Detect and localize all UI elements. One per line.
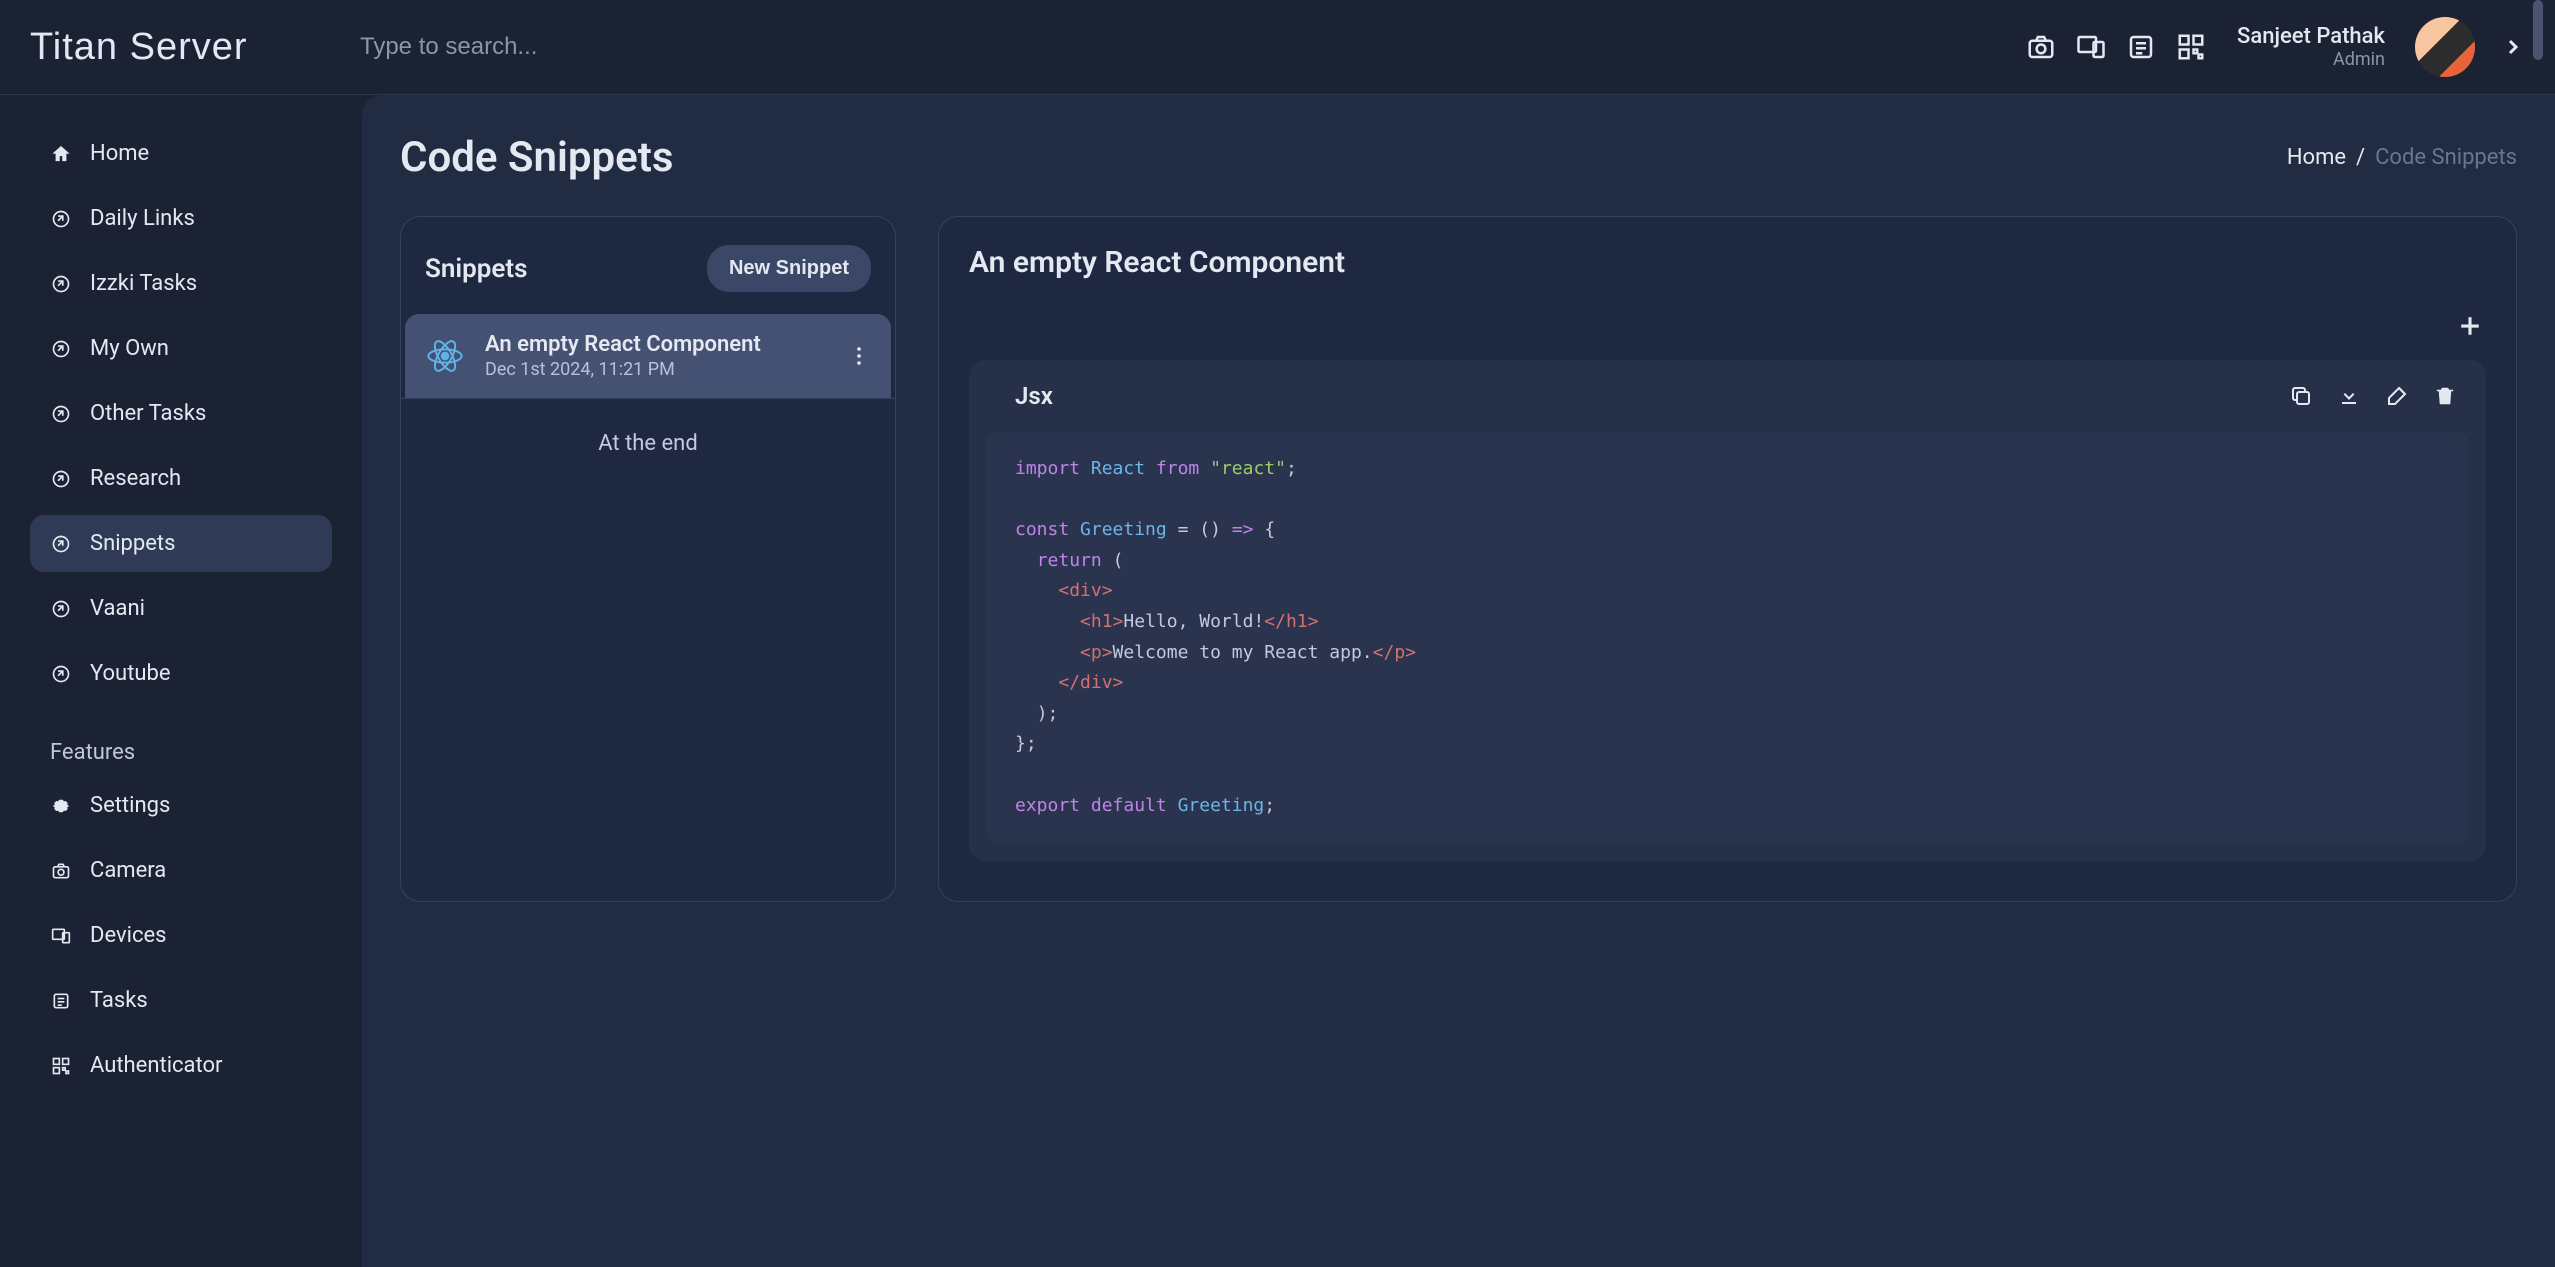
breadcrumb: Home / Code Snippets (2287, 145, 2517, 170)
sidebar: Home Daily Links Izzki Tasks My Own Other Ta… (0, 95, 362, 1267)
breadcrumb-home[interactable]: Home (2287, 145, 2346, 170)
sidebar-item-daily-links[interactable]: Daily Links (30, 190, 332, 247)
sidebar-feature-devices[interactable]: Devices (30, 907, 332, 964)
user-block: Sanjeet Pathak Admin (2237, 24, 2385, 70)
devices-icon[interactable] (2075, 31, 2107, 63)
camera-icon (50, 860, 72, 882)
external-icon (50, 598, 72, 620)
user-role: Admin (2333, 49, 2385, 70)
snippets-list-panel: Snippets New Snippet An empty React Comp… (400, 216, 896, 902)
list-icon (50, 990, 72, 1012)
breadcrumb-current: Code Snippets (2375, 145, 2517, 170)
sidebar-item-label: Camera (90, 858, 166, 883)
sidebar-item-label: Vaani (90, 596, 145, 621)
topbar: Titan Server Sanjeet Pathak Admin (0, 0, 2555, 95)
sidebar-item-my-own[interactable]: My Own (30, 320, 332, 377)
external-icon (50, 208, 72, 230)
sidebar-item-label: Other Tasks (90, 401, 206, 426)
snippets-list-title: Snippets (425, 254, 528, 284)
sidebar-item-label: My Own (90, 336, 169, 361)
sidebar-item-snippets[interactable]: Snippets (30, 515, 332, 572)
react-icon (425, 336, 465, 376)
page-title: Code Snippets (400, 133, 673, 182)
sidebar-item-research[interactable]: Research (30, 450, 332, 507)
sidebar-item-label: Authenticator (90, 1053, 223, 1078)
sidebar-item-label: Devices (90, 923, 167, 948)
search-input[interactable] (360, 23, 2025, 71)
main-content: Code Snippets Home / Code Snippets Snipp… (362, 95, 2555, 1267)
edit-icon[interactable] (2384, 383, 2410, 409)
topbar-actions: Sanjeet Pathak Admin (2025, 17, 2525, 77)
breadcrumb-separator: / (2356, 145, 2365, 170)
page-header: Code Snippets Home / Code Snippets (400, 133, 2517, 182)
snippet-item-name: An empty React Component (485, 332, 827, 357)
sidebar-item-label: Daily Links (90, 206, 195, 231)
code-language-label: Jsx (1015, 382, 1053, 410)
sidebar-feature-tasks[interactable]: Tasks (30, 972, 332, 1029)
trash-icon[interactable] (2432, 383, 2458, 409)
camera-icon[interactable] (2025, 31, 2057, 63)
snippet-list-item[interactable]: An empty React Component Dec 1st 2024, 1… (405, 314, 891, 398)
sidebar-item-label: Settings (90, 793, 170, 818)
chevron-right-icon[interactable] (2501, 35, 2525, 59)
snippet-item-date: Dec 1st 2024, 11:21 PM (485, 359, 827, 380)
external-icon (50, 403, 72, 425)
plus-icon[interactable] (2454, 310, 2486, 342)
code-body[interactable]: import React from "react"; const Greetin… (987, 432, 2468, 843)
sidebar-feature-settings[interactable]: Settings (30, 777, 332, 834)
external-icon (50, 468, 72, 490)
sidebar-section-features: Features (30, 710, 332, 777)
sidebar-feature-camera[interactable]: Camera (30, 842, 332, 899)
sidebar-item-label: Home (90, 141, 149, 166)
sidebar-feature-authenticator[interactable]: Authenticator (30, 1037, 332, 1094)
external-icon (50, 273, 72, 295)
devices-icon (50, 925, 72, 947)
new-snippet-button[interactable]: New Snippet (707, 245, 871, 292)
sidebar-item-youtube[interactable]: Youtube (30, 645, 332, 702)
qr-icon (50, 1055, 72, 1077)
copy-icon[interactable] (2288, 383, 2314, 409)
sidebar-item-izzki-tasks[interactable]: Izzki Tasks (30, 255, 332, 312)
sidebar-item-label: Izzki Tasks (90, 271, 197, 296)
home-icon (50, 143, 72, 165)
sidebar-item-home[interactable]: Home (30, 125, 332, 182)
sidebar-item-other-tasks[interactable]: Other Tasks (30, 385, 332, 442)
qr-icon[interactable] (2175, 31, 2207, 63)
code-card: Jsx (969, 360, 2486, 861)
external-icon (50, 533, 72, 555)
gear-icon (50, 795, 72, 817)
avatar[interactable] (2415, 17, 2475, 77)
snippet-detail-panel: An empty React Component Jsx (938, 216, 2517, 902)
download-icon[interactable] (2336, 383, 2362, 409)
sidebar-item-label: Snippets (90, 531, 176, 556)
vertical-scrollbar[interactable] (2533, 0, 2543, 60)
sidebar-item-label: Tasks (90, 988, 148, 1013)
list-end-text: At the end (401, 398, 895, 466)
sidebar-item-label: Research (90, 466, 181, 491)
sidebar-item-vaani[interactable]: Vaani (30, 580, 332, 637)
sidebar-item-label: Youtube (90, 661, 171, 686)
tasks-list-icon[interactable] (2125, 31, 2157, 63)
app-logo: Titan Server (30, 26, 360, 69)
more-vertical-icon[interactable] (847, 344, 871, 368)
user-name: Sanjeet Pathak (2237, 24, 2385, 49)
external-icon (50, 663, 72, 685)
snippet-detail-title: An empty React Component (969, 245, 2486, 280)
external-icon (50, 338, 72, 360)
